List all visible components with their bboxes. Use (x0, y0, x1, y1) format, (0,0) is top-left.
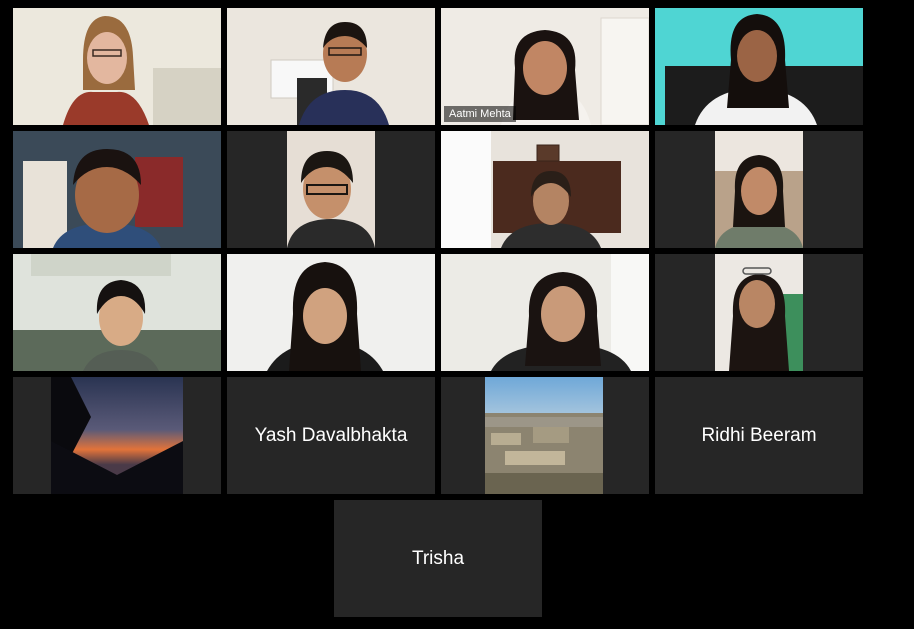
profile-photo-city (485, 377, 603, 494)
participant-tile[interactable] (441, 131, 649, 248)
participant-video (13, 254, 221, 371)
participant-video (441, 254, 649, 371)
sunset-image (51, 377, 183, 494)
participant-video (287, 131, 375, 248)
participant-tile[interactable] (13, 377, 221, 494)
participant-tile[interactable]: Yash Davalbhakta (227, 377, 435, 494)
participant-tile[interactable] (441, 254, 649, 371)
participant-tile[interactable] (227, 254, 435, 371)
participant-tile[interactable] (441, 377, 649, 494)
participant-video (715, 131, 803, 248)
video-frame (715, 131, 803, 248)
participant-video (13, 131, 221, 248)
participant-video (655, 8, 863, 125)
video-frame (227, 254, 435, 371)
participant-tile[interactable]: Trisha (334, 500, 542, 617)
participant-video (227, 8, 435, 125)
participant-name-tag: Aatmi Mehta (444, 106, 516, 122)
participant-tile[interactable] (655, 131, 863, 248)
participant-name: Ridhi Beeram (701, 424, 817, 446)
profile-photo-sunset (51, 377, 183, 494)
video-frame (655, 8, 863, 125)
participant-tile[interactable]: Ridhi Beeram (655, 377, 863, 494)
participant-tile[interactable] (227, 131, 435, 248)
video-frame (715, 254, 803, 371)
participant-tile[interactable] (13, 254, 221, 371)
video-frame (13, 131, 221, 248)
participant-tile[interactable] (227, 8, 435, 125)
video-frame (13, 254, 221, 371)
participant-video (13, 8, 221, 125)
participant-tile[interactable] (655, 8, 863, 125)
gallery-grid: Aatmi Mehta Yash Davalbhakta Ridhi Beera… (13, 8, 864, 494)
participant-video (227, 254, 435, 371)
participant-tile[interactable] (13, 8, 221, 125)
video-frame (441, 131, 649, 248)
video-frame (227, 8, 435, 125)
participant-tile[interactable] (13, 131, 221, 248)
participant-video (441, 131, 649, 248)
video-frame (441, 254, 649, 371)
participant-tile[interactable] (655, 254, 863, 371)
participant-tile-active[interactable]: Aatmi Mehta (441, 8, 649, 125)
participant-name: Yash Davalbhakta (254, 424, 408, 446)
video-frame (287, 131, 375, 248)
participant-name: Trisha (411, 547, 465, 569)
city-image (485, 377, 603, 494)
video-frame (13, 8, 221, 125)
participant-video (715, 254, 803, 371)
